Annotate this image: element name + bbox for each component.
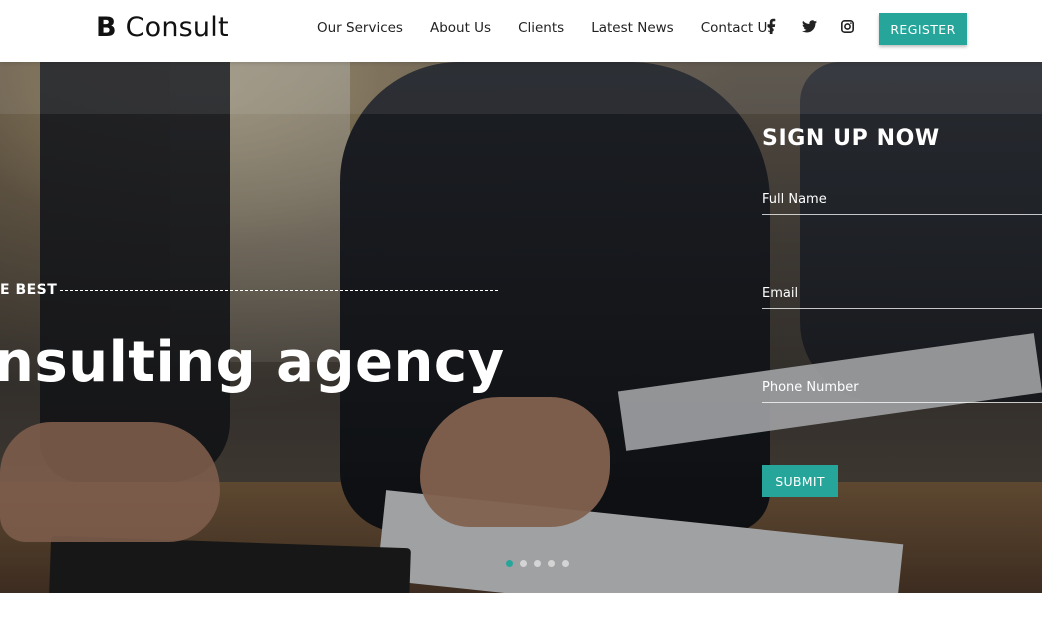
nav-about-us[interactable]: About Us: [430, 20, 491, 36]
submit-button[interactable]: SUBMIT: [762, 465, 838, 497]
logo-mark: B: [96, 12, 117, 43]
nav-latest-news[interactable]: Latest News: [591, 20, 674, 36]
main-nav: Our Services About Us Clients Latest New…: [317, 20, 801, 36]
signup-form: SIGN UP NOW: [762, 62, 1042, 403]
site-header: B Consult Our Services About Us Clients …: [0, 0, 1042, 62]
slider-dot-5[interactable]: [562, 560, 569, 567]
slider-dot-4[interactable]: [548, 560, 555, 567]
twitter-icon[interactable]: [802, 18, 817, 34]
email-input[interactable]: [762, 279, 1042, 309]
full-name-field-wrapper: [762, 151, 1042, 215]
phone-field-wrapper: [762, 309, 1042, 403]
slider-dot-2[interactable]: [520, 560, 527, 567]
hero-tagline-text: E BEST: [0, 282, 58, 298]
logo[interactable]: B Consult: [96, 12, 229, 43]
hero-tagline-divider: [60, 290, 498, 291]
signup-title: SIGN UP NOW: [762, 126, 940, 151]
facebook-icon[interactable]: [764, 18, 778, 34]
instagram-icon[interactable]: [840, 18, 854, 34]
hero-tagline: E BEST: [0, 282, 498, 298]
slider-dot-3[interactable]: [534, 560, 541, 567]
hero-headline: nsulting agency: [0, 330, 505, 395]
social-links: [764, 18, 878, 34]
phone-input[interactable]: [762, 373, 1042, 403]
full-name-input[interactable]: [762, 185, 1042, 215]
register-button[interactable]: REGISTER: [879, 13, 967, 45]
logo-text: Consult: [125, 12, 229, 43]
nav-our-services[interactable]: Our Services: [317, 20, 403, 36]
slider-dot-1[interactable]: [506, 560, 513, 567]
slider-dots: [506, 560, 576, 567]
email-field-wrapper: [762, 215, 1042, 309]
nav-clients[interactable]: Clients: [518, 20, 564, 36]
